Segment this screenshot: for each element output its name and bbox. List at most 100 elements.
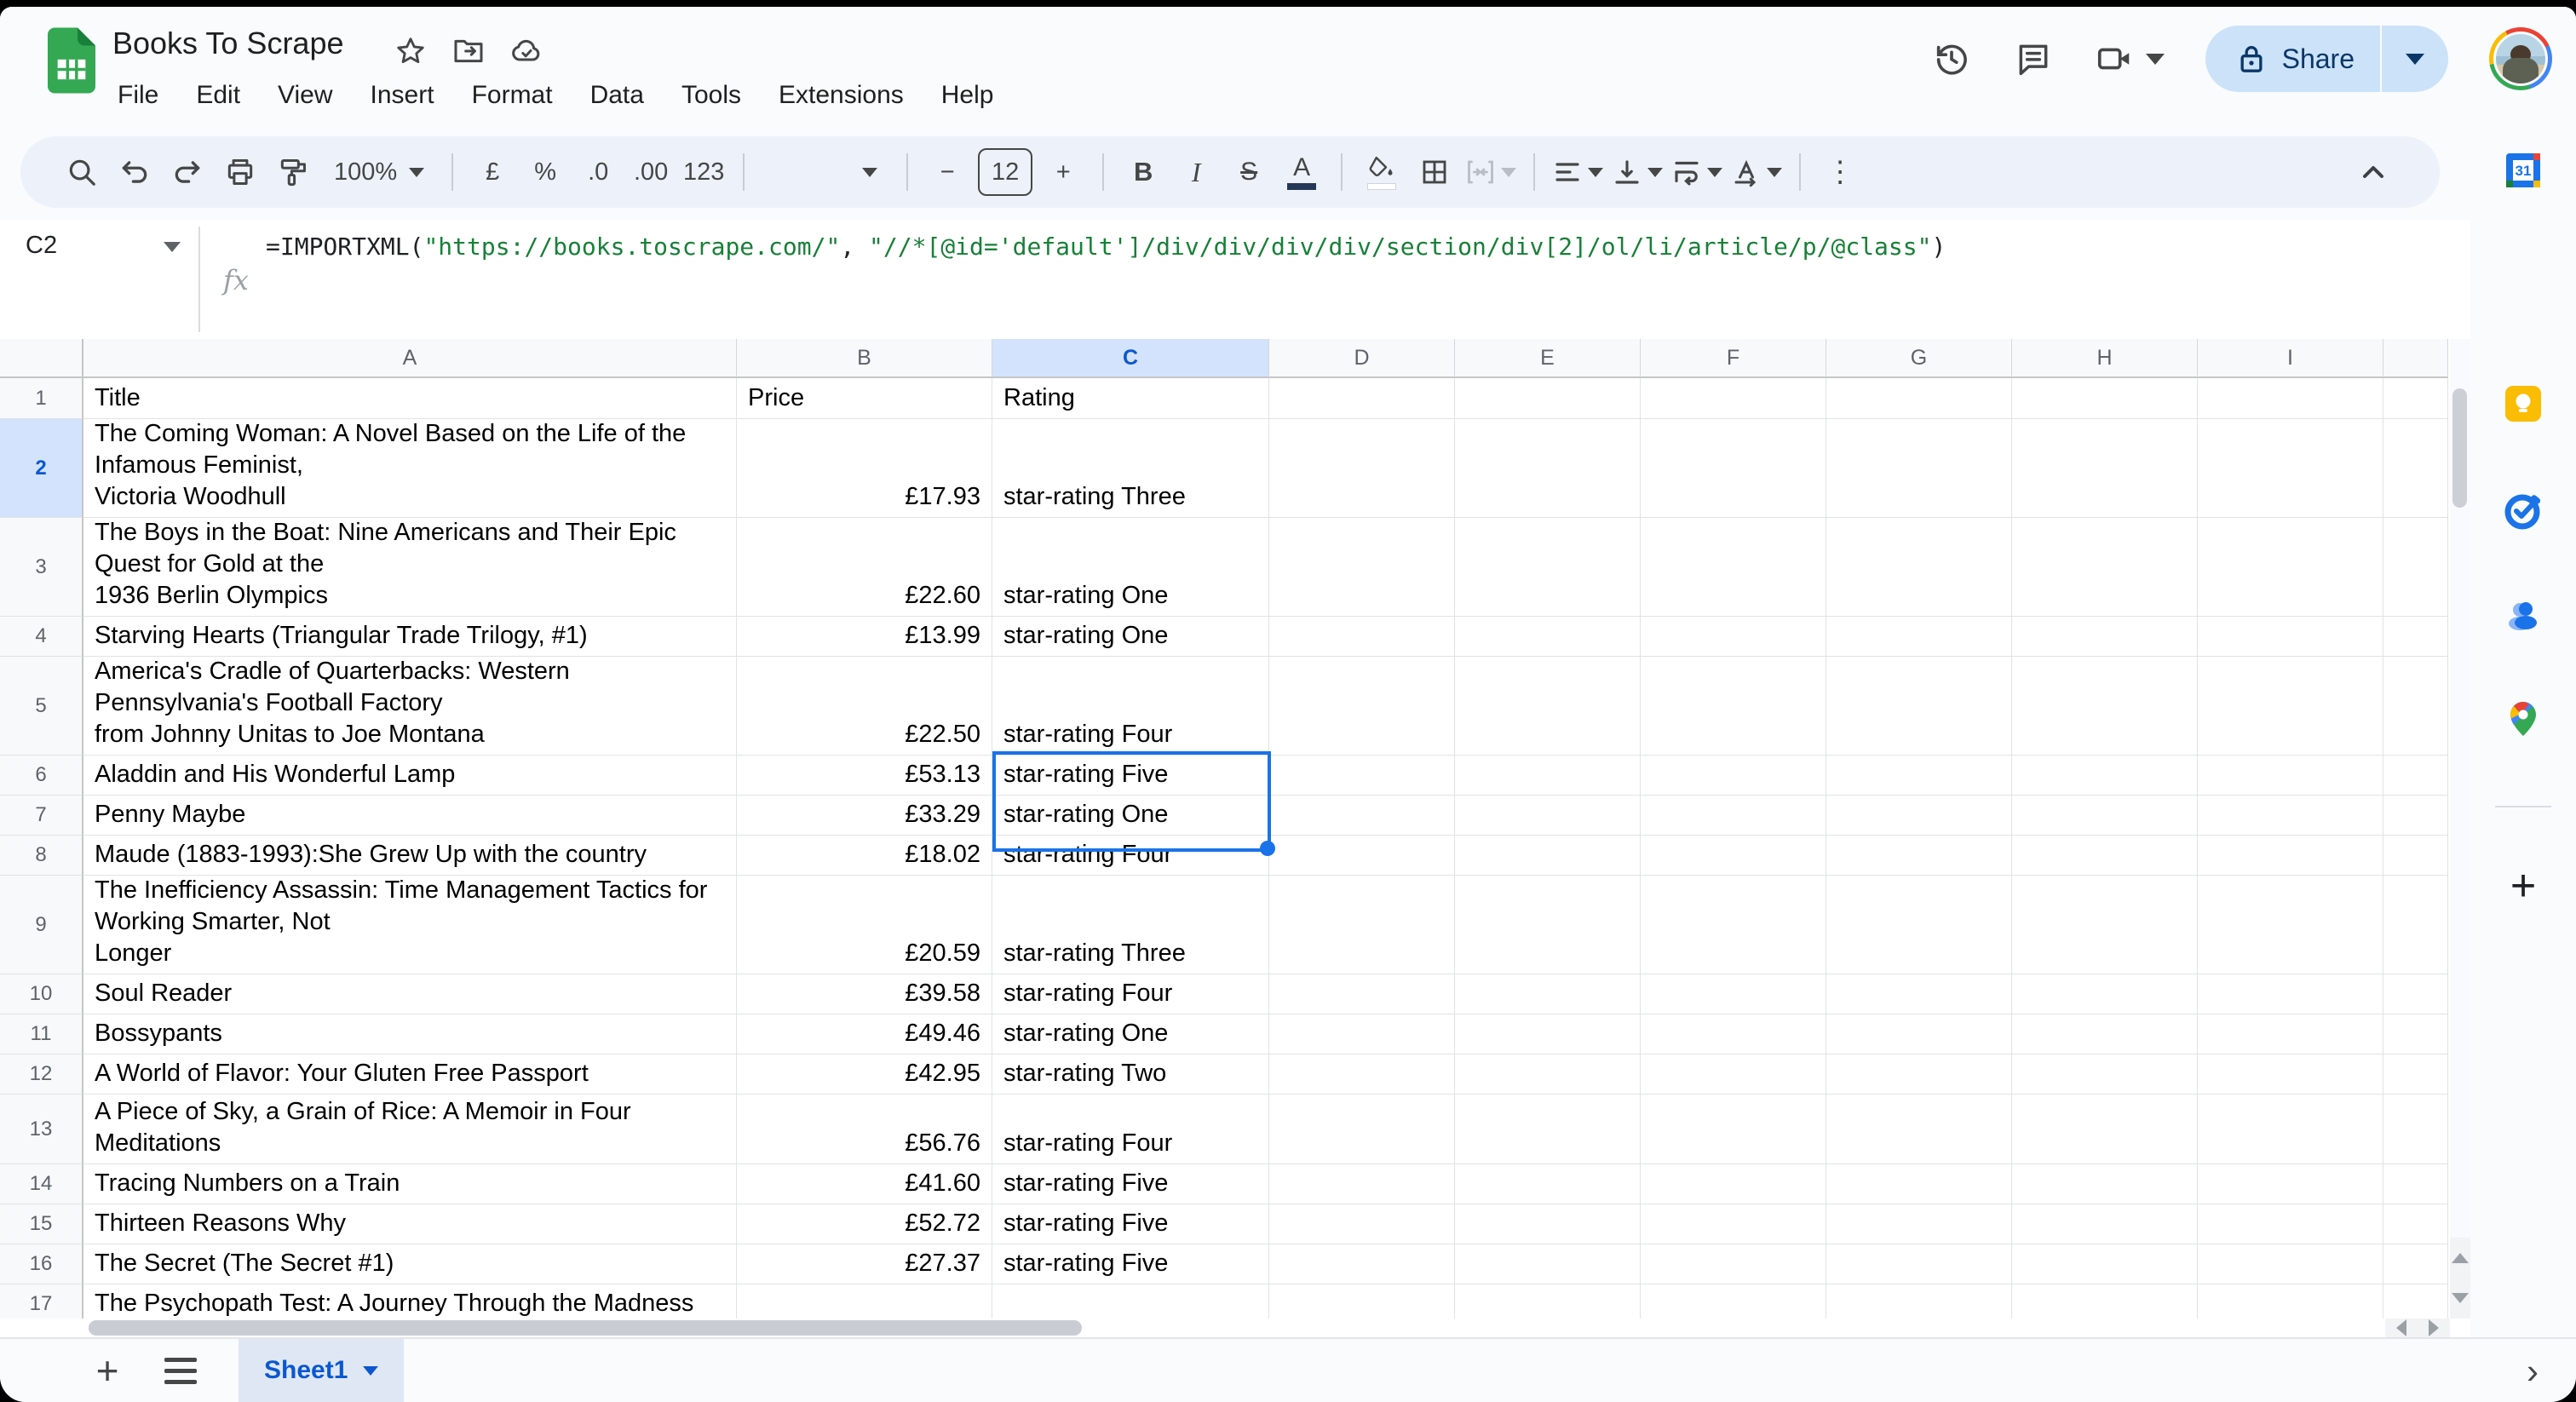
cell-partial-15[interactable] <box>2383 1204 2448 1244</box>
number-format-button[interactable]: 123 <box>681 148 726 196</box>
cell-C1[interactable]: Rating <box>992 378 1269 419</box>
cell-G15[interactable] <box>1826 1204 2012 1244</box>
cell-partial-2[interactable] <box>2383 419 2448 518</box>
menu-view[interactable]: View <box>259 73 351 118</box>
expand-side-panel-icon[interactable]: › <box>2527 1351 2539 1392</box>
row-header-1[interactable]: 1 <box>0 378 83 419</box>
menu-edit[interactable]: Edit <box>177 73 259 118</box>
cell-E14[interactable] <box>1455 1164 1641 1204</box>
cell-A9[interactable]: The Inefficiency Assassin: Time Manageme… <box>83 876 737 974</box>
column-header-C[interactable]: C <box>992 339 1269 378</box>
maps-icon[interactable] <box>2503 698 2544 739</box>
vertical-scrollbar[interactable] <box>2450 339 2470 1319</box>
avatar[interactable] <box>2489 27 2552 90</box>
cell-B9[interactable]: £20.59 <box>737 876 992 974</box>
cell-D9[interactable] <box>1269 876 1455 974</box>
cell-E8[interactable] <box>1455 836 1641 876</box>
cell-B16[interactable]: £27.37 <box>737 1244 992 1284</box>
column-header-F[interactable]: F <box>1641 339 1826 378</box>
cell-I17[interactable] <box>2198 1284 2383 1319</box>
cell-B1[interactable]: Price <box>737 378 992 419</box>
cell-F4[interactable] <box>1641 617 1826 657</box>
cell-I12[interactable] <box>2198 1054 2383 1095</box>
paint-format-icon[interactable] <box>271 148 315 196</box>
cell-A6[interactable]: Aladdin and His Wonderful Lamp <box>83 756 737 796</box>
cell-E12[interactable] <box>1455 1054 1641 1095</box>
column-header-E[interactable]: E <box>1455 339 1641 378</box>
row-header-15[interactable]: 15 <box>0 1204 83 1244</box>
cell-C12[interactable]: star-rating Two <box>992 1054 1269 1095</box>
font-family-select[interactable] <box>762 148 889 196</box>
cell-F3[interactable] <box>1641 518 1826 617</box>
cell-G7[interactable] <box>1826 796 2012 836</box>
cell-A14[interactable]: Tracing Numbers on a Train <box>83 1164 737 1204</box>
cell-B5[interactable]: £22.50 <box>737 657 992 756</box>
print-icon[interactable] <box>218 148 262 196</box>
cell-E7[interactable] <box>1455 796 1641 836</box>
cell-partial-14[interactable] <box>2383 1164 2448 1204</box>
cell-A16[interactable]: The Secret (The Secret #1) <box>83 1244 737 1284</box>
cell-D13[interactable] <box>1269 1095 1455 1164</box>
cell-C8[interactable]: star-rating Four <box>992 836 1269 876</box>
meet-dropdown-caret[interactable] <box>2146 54 2165 65</box>
cell-E17[interactable] <box>1455 1284 1641 1319</box>
cell-partial-11[interactable] <box>2383 1014 2448 1054</box>
cell-H11[interactable] <box>2012 1014 2198 1054</box>
row-header-2[interactable]: 2 <box>0 419 83 518</box>
star-icon[interactable] <box>394 34 428 68</box>
merge-cells-button[interactable] <box>1465 148 1516 196</box>
cell-A5[interactable]: America's Cradle of Quarterbacks: Wester… <box>83 657 737 756</box>
version-history-icon[interactable] <box>1931 38 1972 79</box>
horizontal-align-button[interactable] <box>1552 148 1603 196</box>
cell-G14[interactable] <box>1826 1164 2012 1204</box>
cell-B3[interactable]: £22.60 <box>737 518 992 617</box>
cell-C15[interactable]: star-rating Five <box>992 1204 1269 1244</box>
cell-H4[interactable] <box>2012 617 2198 657</box>
cell-D15[interactable] <box>1269 1204 1455 1244</box>
cell-H6[interactable] <box>2012 756 2198 796</box>
cell-H10[interactable] <box>2012 974 2198 1014</box>
text-color-button[interactable]: A <box>1279 148 1324 196</box>
cell-H15[interactable] <box>2012 1204 2198 1244</box>
contacts-icon[interactable] <box>2503 595 2544 635</box>
cell-G16[interactable] <box>1826 1244 2012 1284</box>
cell-D1[interactable] <box>1269 378 1455 419</box>
row-header-17[interactable]: 17 <box>0 1284 83 1319</box>
cell-G17[interactable] <box>1826 1284 2012 1319</box>
cell-A12[interactable]: A World of Flavor: Your Gluten Free Pass… <box>83 1054 737 1095</box>
cell-B10[interactable]: £39.58 <box>737 974 992 1014</box>
share-dropdown[interactable] <box>2382 26 2448 92</box>
row-header-4[interactable]: 4 <box>0 617 83 657</box>
cell-G5[interactable] <box>1826 657 2012 756</box>
cell-partial-5[interactable] <box>2383 657 2448 756</box>
add-sheet-button[interactable]: + <box>82 1347 133 1393</box>
cell-B8[interactable]: £18.02 <box>737 836 992 876</box>
scroll-right-icon[interactable] <box>2429 1319 2439 1336</box>
cell-H14[interactable] <box>2012 1164 2198 1204</box>
cell-H17[interactable] <box>2012 1284 2198 1319</box>
decrease-font-size-button[interactable]: − <box>925 148 969 196</box>
cell-partial-7[interactable] <box>2383 796 2448 836</box>
calendar-icon[interactable]: 31 <box>2503 150 2544 191</box>
cell-A15[interactable]: Thirteen Reasons Why <box>83 1204 737 1244</box>
cell-E15[interactable] <box>1455 1204 1641 1244</box>
cell-D17[interactable] <box>1269 1284 1455 1319</box>
cell-B4[interactable]: £13.99 <box>737 617 992 657</box>
cell-A11[interactable]: Bossypants <box>83 1014 737 1054</box>
menu-extensions[interactable]: Extensions <box>760 73 923 118</box>
cell-G2[interactable] <box>1826 419 2012 518</box>
cell-D3[interactable] <box>1269 518 1455 617</box>
text-wrap-button[interactable] <box>1671 148 1722 196</box>
vertical-scrollbar-thumb[interactable] <box>2452 388 2467 508</box>
cell-G13[interactable] <box>1826 1095 2012 1164</box>
row-header-16[interactable]: 16 <box>0 1244 83 1284</box>
comments-icon[interactable] <box>2013 38 2054 79</box>
strikethrough-button[interactable]: S <box>1227 148 1271 196</box>
tasks-icon[interactable] <box>2503 491 2544 531</box>
cell-C7[interactable]: star-rating One <box>992 796 1269 836</box>
cell-E2[interactable] <box>1455 419 1641 518</box>
cell-F13[interactable] <box>1641 1095 1826 1164</box>
collapse-toolbar-icon[interactable] <box>2351 148 2395 196</box>
cell-G8[interactable] <box>1826 836 2012 876</box>
share-button[interactable]: Share <box>2205 26 2448 92</box>
